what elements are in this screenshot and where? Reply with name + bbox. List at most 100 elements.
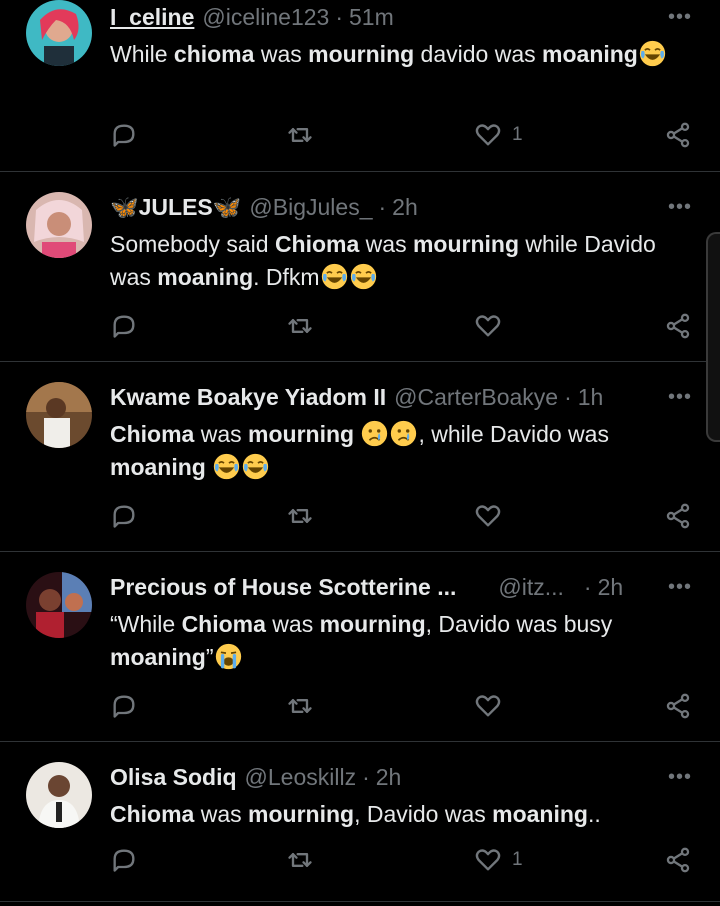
reply-icon bbox=[110, 502, 138, 530]
tweet-text-segment: was bbox=[194, 801, 249, 827]
like-button[interactable] bbox=[474, 502, 502, 530]
tweet-text-segment: , Davido was bbox=[354, 801, 493, 827]
face-with-tears-of-joy-icon bbox=[213, 453, 240, 480]
like-button[interactable] bbox=[474, 692, 502, 720]
separator-dot: · bbox=[362, 764, 370, 790]
tweet-text: While chioma was mourning davido was moa… bbox=[110, 38, 696, 71]
timestamp[interactable]: 51m bbox=[349, 2, 394, 32]
author-handle[interactable]: @iceline123 bbox=[202, 2, 329, 32]
timestamp[interactable]: 2h bbox=[376, 762, 402, 792]
crying-face-icon bbox=[361, 420, 388, 447]
tweet-text-segment: . Dfkm bbox=[253, 264, 320, 290]
tweet-text-segment: .. bbox=[587, 801, 601, 827]
author-name[interactable]: Precious of House Scotterine ... bbox=[110, 572, 456, 602]
tweet-text: Chioma was mourning , while Davido was m… bbox=[110, 418, 696, 484]
butterfly-icon: 🦋 bbox=[110, 194, 139, 220]
tweet-text-segment: moaning bbox=[492, 801, 588, 827]
more-icon[interactable]: ••• bbox=[668, 6, 692, 29]
more-icon[interactable]: ••• bbox=[668, 386, 692, 409]
share-button[interactable] bbox=[664, 846, 692, 874]
tweet[interactable]: Kwame Boakye Yiadom II @CarterBoakye · 1… bbox=[0, 362, 720, 552]
retweet-button[interactable] bbox=[286, 846, 314, 874]
tweet-text-segment: was bbox=[359, 231, 413, 257]
tweet[interactable]: Precious of House Scotterine ... @itz...… bbox=[0, 552, 720, 742]
reply-button[interactable] bbox=[110, 312, 138, 340]
loudly-crying-face-icon bbox=[215, 643, 242, 670]
tweet-text-segment: Somebody said bbox=[110, 231, 275, 257]
like-count: 1 bbox=[512, 849, 523, 870]
heart-icon bbox=[474, 846, 502, 874]
tweet-text-segment: mourning bbox=[308, 41, 415, 67]
more-icon[interactable]: ••• bbox=[668, 766, 692, 789]
tweet-text-segment: ” bbox=[205, 644, 214, 670]
share-button[interactable] bbox=[664, 121, 692, 149]
heart-icon bbox=[474, 121, 502, 149]
retweet-button[interactable] bbox=[286, 121, 314, 149]
retweet-button[interactable] bbox=[286, 502, 314, 530]
author-name[interactable]: Olisa Sodiq bbox=[110, 762, 237, 792]
author-handle[interactable]: @BigJules_ bbox=[249, 192, 372, 222]
share-icon bbox=[664, 502, 692, 530]
face-with-tears-of-joy-icon bbox=[242, 453, 269, 480]
author-handle[interactable]: @CarterBoakye bbox=[394, 382, 558, 412]
share-button[interactable] bbox=[664, 692, 692, 720]
author-name[interactable]: 🦋JULES🦋 bbox=[110, 192, 241, 222]
share-button[interactable] bbox=[664, 312, 692, 340]
retweet-button[interactable] bbox=[286, 692, 314, 720]
retweet-icon bbox=[286, 502, 314, 530]
reply-button[interactable] bbox=[110, 846, 138, 874]
timestamp[interactable]: 2h bbox=[598, 572, 624, 602]
tweet[interactable]: Olisa Sodiq @Leoskillz · 2h ••• Chioma w… bbox=[0, 742, 720, 902]
avatar[interactable] bbox=[26, 0, 92, 66]
tweet-text-segment: chioma bbox=[173, 41, 255, 67]
tweet-text-segment: mourning bbox=[319, 611, 426, 637]
share-button[interactable] bbox=[664, 502, 692, 530]
more-icon[interactable]: ••• bbox=[668, 196, 692, 219]
like-button[interactable]: 1 bbox=[474, 121, 523, 149]
separator-dot: · bbox=[583, 574, 592, 600]
face-with-tears-of-joy-icon bbox=[350, 263, 377, 290]
author-name[interactable]: I_celine bbox=[110, 2, 194, 32]
avatar[interactable] bbox=[26, 762, 92, 828]
tweet[interactable]: I_celine @iceline123 · 51m ••• While chi… bbox=[0, 0, 720, 172]
like-button[interactable]: 1 bbox=[474, 846, 523, 874]
tweet-actions bbox=[110, 502, 700, 534]
tweet-text-segment bbox=[206, 454, 212, 480]
avatar[interactable] bbox=[26, 192, 92, 258]
reply-button[interactable] bbox=[110, 502, 138, 530]
reply-icon bbox=[110, 846, 138, 874]
face-with-tears-of-joy-icon bbox=[321, 263, 348, 290]
heart-icon bbox=[474, 502, 502, 530]
tweet-text-segment: Chioma bbox=[110, 801, 195, 827]
tweet-text-segment: “While bbox=[110, 611, 182, 637]
author-name[interactable]: Kwame Boakye Yiadom II bbox=[110, 382, 386, 412]
more-icon[interactable]: ••• bbox=[668, 576, 692, 599]
avatar[interactable] bbox=[26, 382, 92, 448]
avatar[interactable] bbox=[26, 572, 92, 638]
retweet-icon bbox=[286, 312, 314, 340]
separator-dot: · bbox=[378, 194, 387, 220]
retweet-button[interactable] bbox=[286, 312, 314, 340]
reply-button[interactable] bbox=[110, 692, 138, 720]
share-icon bbox=[664, 846, 692, 874]
like-button[interactable] bbox=[474, 312, 502, 340]
tweet-text: “While Chioma was mourning, Davido was b… bbox=[110, 608, 696, 674]
tweet-text-segment: mourning bbox=[248, 801, 355, 827]
tweet[interactable]: 🦋JULES🦋 @BigJules_ · 2h ••• Somebody sai… bbox=[0, 172, 720, 362]
tweet-text-segment: was bbox=[194, 421, 249, 447]
timestamp[interactable]: 1h bbox=[578, 382, 604, 412]
scrollbar[interactable] bbox=[706, 232, 720, 442]
tweet-text: Chioma was mourning, Davido was moaning.… bbox=[110, 798, 696, 831]
reply-button[interactable] bbox=[110, 121, 138, 149]
tweet-actions bbox=[110, 692, 700, 724]
author-handle[interactable]: @itz... bbox=[498, 572, 564, 602]
author-handle[interactable]: @Leoskillz bbox=[245, 762, 357, 792]
reply-icon bbox=[110, 692, 138, 720]
share-icon bbox=[664, 692, 692, 720]
heart-icon bbox=[474, 692, 502, 720]
tweet-text-segment: Chioma bbox=[274, 231, 360, 257]
timestamp[interactable]: 2h bbox=[392, 192, 418, 222]
tweet-text-segment: mourning bbox=[248, 421, 355, 447]
tweet-actions: 1 bbox=[110, 121, 700, 153]
heart-icon bbox=[474, 312, 502, 340]
